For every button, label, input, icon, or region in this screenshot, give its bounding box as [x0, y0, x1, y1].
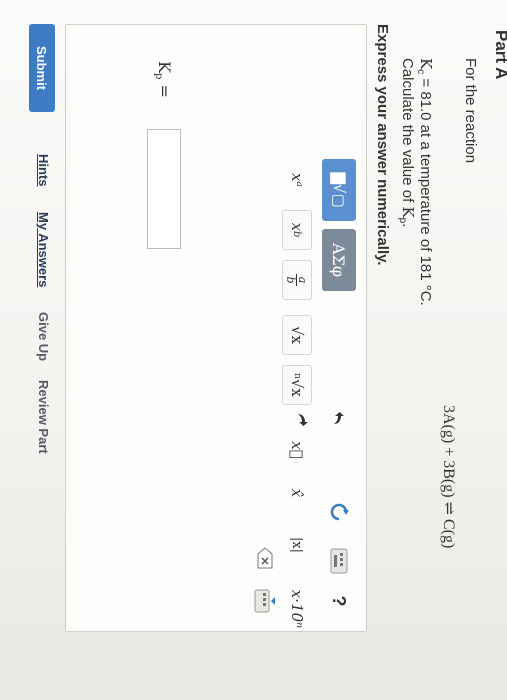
kp-label: Kp = [153, 61, 174, 98]
part-title: Part A [492, 30, 507, 79]
hints-link[interactable]: Hints [36, 154, 51, 187]
submit-button[interactable]: Submit [29, 24, 55, 112]
sci-notation-template[interactable]: x·10ⁿ [282, 581, 312, 637]
undo-icon[interactable] [326, 407, 350, 431]
greek-symbols-button[interactable]: ΑΣφ [322, 229, 356, 291]
power-template[interactable]: xᵃ [282, 160, 312, 200]
kc-statement: Kc = 81.0 at a temperature of 181 °C. [415, 58, 435, 306]
reset-icon[interactable] [326, 499, 352, 525]
screenshot-page: Part A For the reaction 3A(g) + 3B(g) ⇌ … [0, 0, 507, 700]
greek-label: ΑΣφ [329, 242, 349, 278]
nth-root-template[interactable]: n √x [282, 365, 312, 405]
backspace-icon[interactable] [254, 545, 276, 571]
my-answers-link[interactable]: My Answers [36, 212, 51, 287]
kp-label-equals: = [155, 79, 174, 98]
help-icon[interactable]: ? [326, 589, 352, 613]
kp-label-symbol: K [155, 61, 174, 73]
keypad-icon[interactable] [252, 587, 278, 615]
review-part-link[interactable]: Review Part [36, 380, 51, 454]
nroot-body: √x [288, 378, 306, 397]
kp-symbol: K [399, 206, 417, 218]
redo-icon[interactable] [290, 407, 314, 431]
hat-template[interactable]: x̂ [282, 473, 312, 513]
keyboard-icon[interactable] [328, 547, 350, 575]
templates-button[interactable]: ▇√▢ [322, 159, 356, 221]
kc-text: = 81.0 at a temperature of 181 °C. [417, 74, 434, 306]
templates-icon: ▇√▢ [330, 172, 348, 208]
instruction: Express your answer numerically. [374, 24, 391, 266]
give-up-link[interactable]: Give Up [36, 312, 51, 361]
vector-template[interactable]: x⃗ [282, 430, 312, 470]
calc-prefix: Calculate the value of [399, 58, 416, 207]
sqrt-template[interactable]: √x [282, 315, 312, 355]
kc-symbol: K [417, 58, 435, 70]
reaction-equation: 3A(g) + 3B(g) ⇌ C(g) [440, 405, 457, 549]
fraction-bottom: b [284, 276, 298, 284]
answer-editor-panel: ▇√▢ ΑΣφ ? xᵃ xb a b √x n √x x⃗ x̂ |x| x·… [65, 24, 367, 632]
abs-template[interactable]: |x| [282, 525, 312, 565]
fraction-top: a [296, 276, 310, 284]
rotated-content: Part A For the reaction 3A(g) + 3B(g) ⇌ … [0, 0, 507, 700]
question-intro: For the reaction [462, 58, 479, 164]
calc-statement: Calculate the value of Kp. [397, 58, 417, 227]
fraction-template[interactable]: a b [282, 260, 312, 300]
calc-suffix: . [399, 223, 416, 228]
kp-answer-input[interactable] [147, 129, 181, 249]
subscript-template[interactable]: xb [282, 210, 312, 250]
